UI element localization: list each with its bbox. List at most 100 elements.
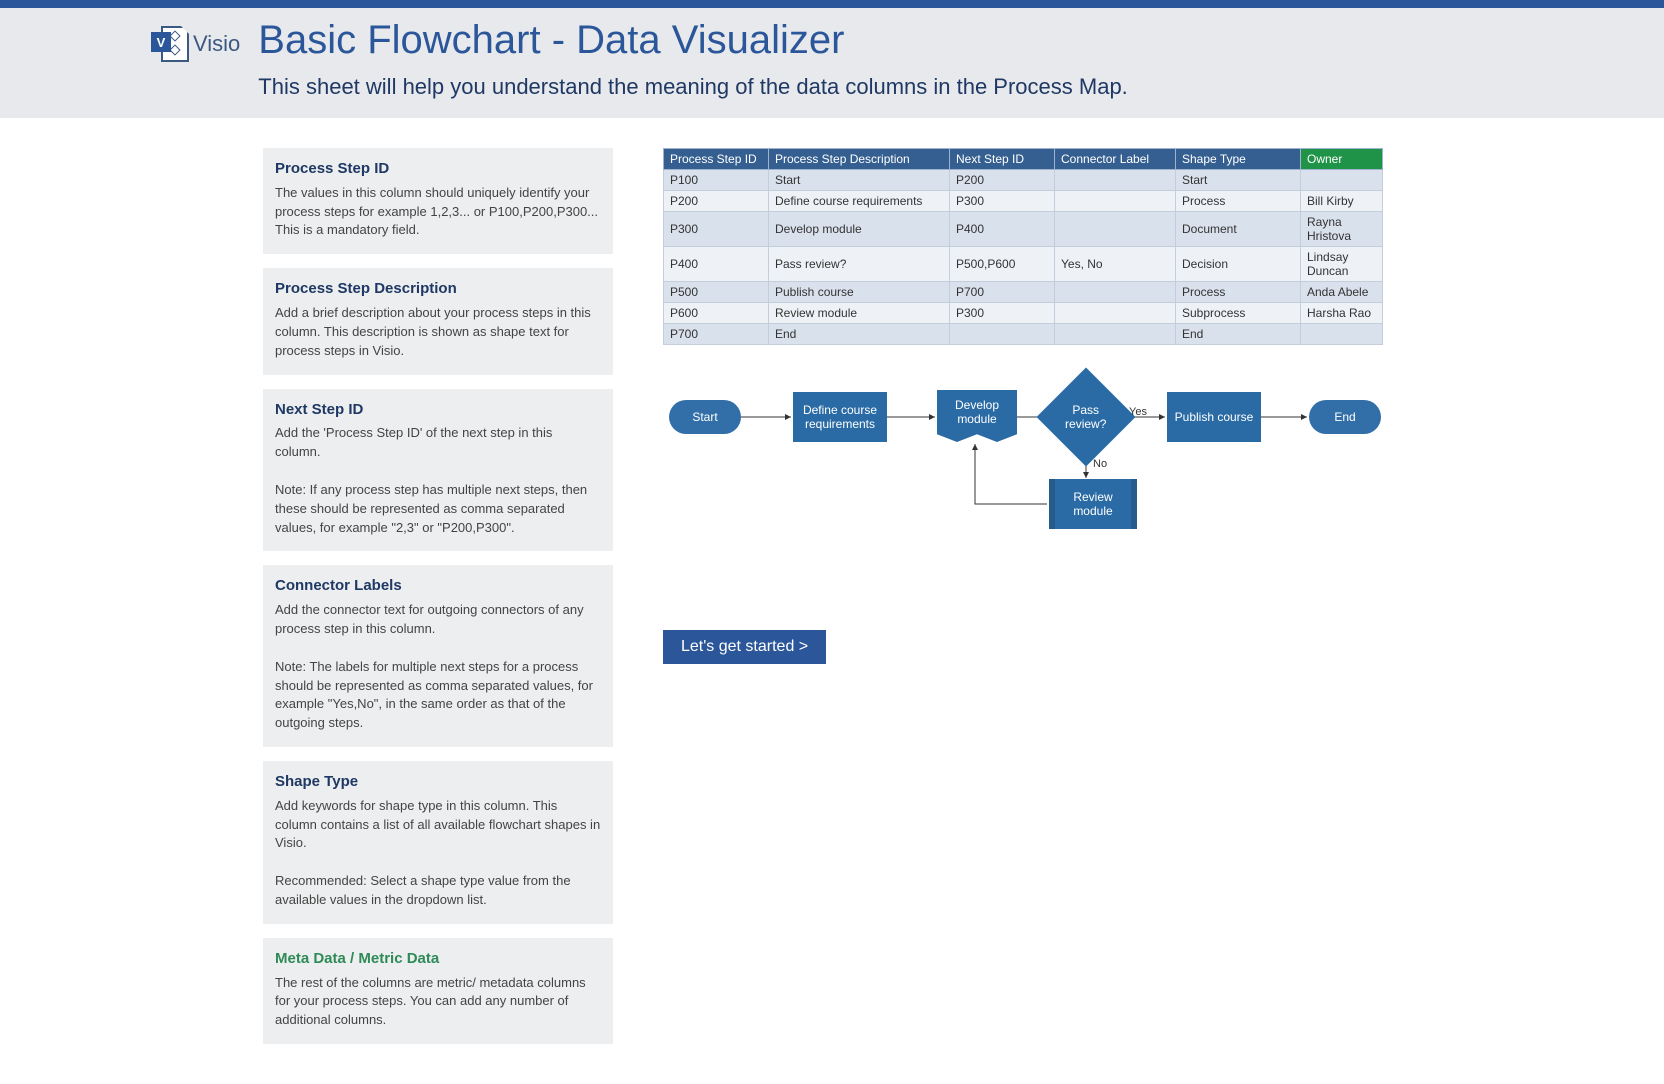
table-cell: P100 xyxy=(664,170,769,191)
table-cell: P200 xyxy=(664,191,769,212)
top-accent-strip xyxy=(0,0,1664,8)
flowchart-connectors xyxy=(663,380,1383,580)
flowchart-diagram: Start Define course requirements Develop… xyxy=(663,380,1383,580)
help-card-process-step-description: Process Step Description Add a brief des… xyxy=(263,268,613,374)
table-cell xyxy=(1301,324,1383,345)
table-cell: Publish course xyxy=(769,282,950,303)
table-cell xyxy=(1055,303,1176,324)
help-card-title: Process Step Description xyxy=(275,278,601,300)
table-cell: P600 xyxy=(664,303,769,324)
th-owner: Owner xyxy=(1301,149,1383,170)
shape-start: Start xyxy=(669,400,741,434)
table-cell xyxy=(1055,324,1176,345)
table-row: P200Define course requirementsP300 Proces… xyxy=(664,191,1383,212)
table-cell: Define course requirements xyxy=(769,191,950,212)
table-row: P700EndEnd xyxy=(664,324,1383,345)
page-title: Basic Flowchart - Data Visualizer xyxy=(258,18,1521,62)
table-cell xyxy=(1055,282,1176,303)
help-card-process-step-id: Process Step ID The values in this colum… xyxy=(263,148,613,254)
shape-label: Review module xyxy=(1055,490,1131,519)
table-cell: Develop module xyxy=(769,212,950,247)
shape-define-course: Define course requirements xyxy=(793,392,887,442)
help-card-title: Shape Type xyxy=(275,771,601,793)
th-connector-label: Connector Label xyxy=(1055,149,1176,170)
visio-icon: V xyxy=(151,26,187,62)
th-description: Process Step Description xyxy=(769,149,950,170)
table-cell: Start xyxy=(769,170,950,191)
connector-label-yes: Yes xyxy=(1129,406,1147,418)
table-header-row: Process Step ID Process Step Description… xyxy=(664,149,1383,170)
help-card-body: Add a brief description about your proce… xyxy=(275,304,601,361)
shape-review-module: Review module xyxy=(1049,479,1137,529)
page-header: V Visio Basic Flowchart - Data Visualize… xyxy=(0,8,1664,118)
shape-label: Publish course xyxy=(1175,410,1254,424)
table-cell: P400 xyxy=(950,212,1055,247)
shape-publish-course: Publish course xyxy=(1167,392,1261,442)
table-cell xyxy=(1055,170,1176,191)
table-row: P300Develop moduleP400 DocumentRayna Hris… xyxy=(664,212,1383,247)
help-card-body: Add the connector text for outgoing conn… xyxy=(275,601,601,733)
table-row: P500Publish courseP700 ProcessAnda Abele xyxy=(664,282,1383,303)
app-name: Visio xyxy=(193,31,240,57)
table-cell: Process xyxy=(1176,191,1301,212)
table-cell: Yes, No xyxy=(1055,247,1176,282)
help-card-title: Next Step ID xyxy=(275,399,601,421)
table-cell xyxy=(1055,212,1176,247)
table-cell: P500 xyxy=(664,282,769,303)
table-cell: Start xyxy=(1176,170,1301,191)
table-cell: Document xyxy=(1176,212,1301,247)
help-card-body: The rest of the columns are metric/ meta… xyxy=(275,974,601,1031)
table-row: P600Review moduleP300 SubprocessHarsha Ra… xyxy=(664,303,1383,324)
table-cell: Pass review? xyxy=(769,247,950,282)
table-cell xyxy=(1301,170,1383,191)
table-cell: End xyxy=(769,324,950,345)
app-logo: V Visio xyxy=(151,26,240,62)
th-next-step-id: Next Step ID xyxy=(950,149,1055,170)
table-cell: Anda Abele xyxy=(1301,282,1383,303)
help-card-connector-labels: Connector Labels Add the connector text … xyxy=(263,565,613,747)
help-card-title: Process Step ID xyxy=(275,158,601,180)
table-cell: End xyxy=(1176,324,1301,345)
table-cell: Decision xyxy=(1176,247,1301,282)
table-row: P100StartP200Start xyxy=(664,170,1383,191)
help-card-shape-type: Shape Type Add keywords for shape type i… xyxy=(263,761,613,924)
th-shape-type: Shape Type xyxy=(1176,149,1301,170)
table-cell xyxy=(1055,191,1176,212)
help-card-body: Add the 'Process Step ID' of the next st… xyxy=(275,424,601,537)
table-cell: Lindsay Duncan xyxy=(1301,247,1383,282)
table-cell: Rayna Hristova xyxy=(1301,212,1383,247)
help-card-body: Add keywords for shape type in this colu… xyxy=(275,797,601,910)
shape-label: Develop module xyxy=(937,398,1017,427)
table-cell: P700 xyxy=(664,324,769,345)
table-cell: P200 xyxy=(950,170,1055,191)
table-cell xyxy=(950,324,1055,345)
table-cell: Subprocess xyxy=(1176,303,1301,324)
shape-label: End xyxy=(1334,410,1355,424)
help-card-body: The values in this column should uniquel… xyxy=(275,184,601,241)
help-card-meta-data: Meta Data / Metric Data The rest of the … xyxy=(263,938,613,1044)
table-cell: Harsha Rao xyxy=(1301,303,1383,324)
get-started-button[interactable]: Let's get started > xyxy=(663,630,826,664)
table-cell: P500,P600 xyxy=(950,247,1055,282)
columns-help-sidebar: Process Step ID The values in this colum… xyxy=(263,148,613,1044)
table-cell: Process xyxy=(1176,282,1301,303)
shape-label: Start xyxy=(692,410,717,424)
table-cell: P300 xyxy=(950,303,1055,324)
help-card-title: Meta Data / Metric Data xyxy=(275,948,601,970)
table-row: P400Pass review?P500,P600Yes, NoDecision… xyxy=(664,247,1383,282)
page-subtitle: This sheet will help you understand the … xyxy=(258,74,1521,100)
table-cell: P300 xyxy=(950,191,1055,212)
th-process-step-id: Process Step ID xyxy=(664,149,769,170)
get-started-label: Let's get started > xyxy=(681,638,808,655)
shape-label: Pass review? xyxy=(1051,403,1121,432)
table-cell: P300 xyxy=(664,212,769,247)
table-cell: Review module xyxy=(769,303,950,324)
connector-label-no: No xyxy=(1093,458,1107,470)
shape-label: Define course requirements xyxy=(793,403,887,432)
example-data-table: Process Step ID Process Step Description… xyxy=(663,148,1383,345)
table-cell: P700 xyxy=(950,282,1055,303)
help-card-next-step-id: Next Step ID Add the 'Process Step ID' o… xyxy=(263,389,613,552)
table-cell: Bill Kirby xyxy=(1301,191,1383,212)
table-cell: P400 xyxy=(664,247,769,282)
shape-end: End xyxy=(1309,400,1381,434)
